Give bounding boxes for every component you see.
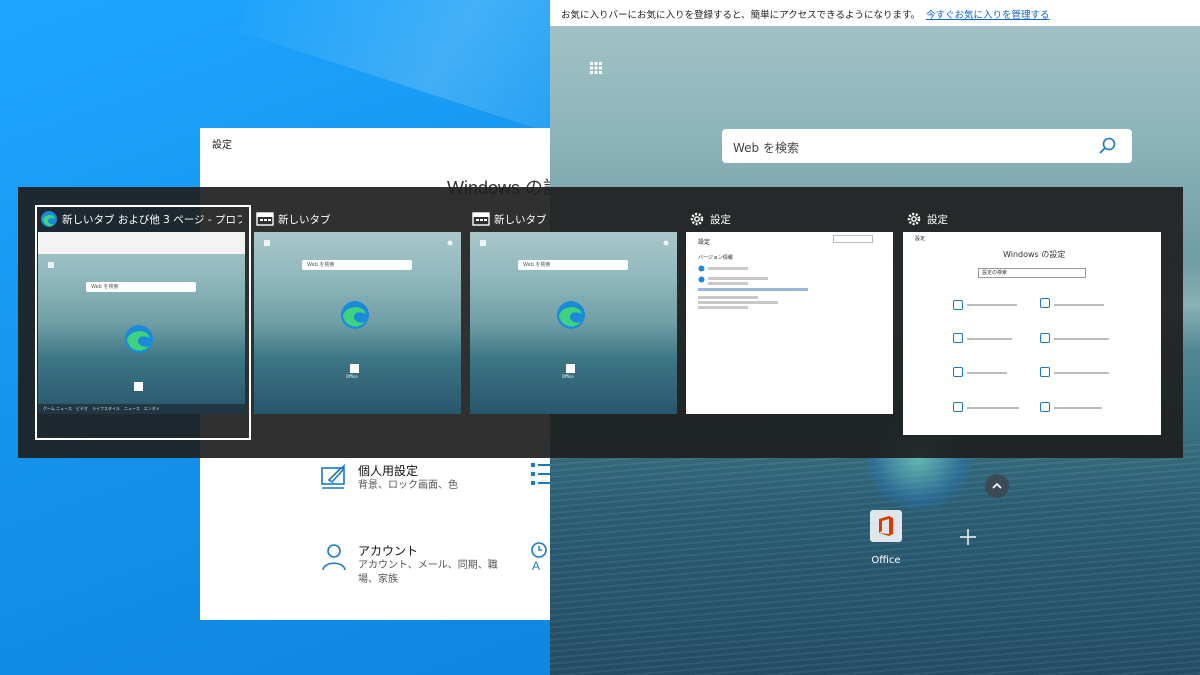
favorites-bar-message: お気に入りバーにお気に入りを登録すると、簡単にアクセスできるようになります。 今す… <box>561 7 1050 21</box>
thumbnail-settings-icon <box>1040 402 1050 412</box>
thumbnail-office-tile <box>566 364 575 373</box>
add-site-icon[interactable] <box>958 527 978 547</box>
thumbnail-window-title: 設定 <box>915 236 926 242</box>
thumbnail-search-box: 設定の検索 <box>978 268 1086 278</box>
scroll-up-button[interactable] <box>985 474 1009 498</box>
thumbnail-text-line <box>967 304 1017 306</box>
time-language-icon: A <box>531 542 547 572</box>
thumbnail-text-line <box>708 277 768 280</box>
office-quick-link[interactable] <box>870 510 902 542</box>
thumbnail-settings-icon <box>1040 298 1050 308</box>
thumbnail-office-tile <box>350 364 359 373</box>
thumbnail-heading: バージョン情報 <box>698 255 733 261</box>
gear-icon <box>447 240 453 246</box>
thumbnail-tab-strip <box>38 232 245 254</box>
app-launcher-icon[interactable] <box>590 62 602 74</box>
thumbnail-text-line <box>967 407 1019 409</box>
card-thumbnail: Web を検索 ゲーム ニュース ビデオ ライフスタイル ニュース エンタメ <box>38 232 245 414</box>
thumbnail-settings-icon <box>1040 333 1050 343</box>
card-title: 新しいタブ <box>278 214 331 226</box>
svg-text:A: A <box>532 559 540 572</box>
thumbnail-search-placeholder: Web を検索 <box>91 284 119 290</box>
app-launcher-icon <box>48 262 54 268</box>
settings-item-subtitle: アカウント、メール、同期、職場、家族 <box>358 560 498 585</box>
thumbnail-text-line <box>708 267 748 270</box>
card-title: 設定 <box>927 214 948 226</box>
settings-item-title: アカウント <box>358 544 419 558</box>
thumbnail-settings-icon <box>953 333 963 343</box>
thumbnail-search-box: Web を検索 <box>86 282 196 292</box>
thumbnail-search-box: Web を検索 <box>518 260 628 270</box>
edge-logo-icon <box>125 325 153 353</box>
gear-icon <box>907 212 921 226</box>
thumbnail-text-line <box>1054 372 1109 374</box>
account-icon <box>322 544 346 571</box>
office-icon <box>879 516 893 536</box>
search-icon[interactable] <box>1098 136 1118 156</box>
thumbnail-text-line <box>967 372 1007 374</box>
app-launcher-icon <box>264 240 270 246</box>
thumbnail-text-line <box>967 338 1012 340</box>
thumbnail-footer-text: ゲーム ニュース ビデオ ライフスタイル ニュース エンタメ <box>43 406 160 411</box>
gear-icon <box>690 212 704 226</box>
settings-item-subtitle: 背景、ロック画面、色 <box>358 480 458 491</box>
card-header: 設定 <box>903 208 1113 230</box>
thumbnail-search-placeholder: Web を検索 <box>523 262 551 268</box>
favorites-bar-text: お気に入りバーにお気に入りを登録すると、簡単にアクセスできるようになります。 <box>561 10 921 21</box>
edge-logo-icon <box>341 301 369 329</box>
card-title: 新しいタブ および他 3 ページ - プロファイル... <box>62 214 242 226</box>
card-header: 設定 <box>686 208 896 230</box>
thumbnail-text-line <box>1054 407 1102 409</box>
manage-favorites-link[interactable]: 今すぐお気に入りを管理する <box>926 10 1050 21</box>
thumbnail-settings-icon <box>953 300 963 310</box>
personalization-icon <box>321 463 346 489</box>
edge-icon <box>698 276 705 283</box>
card-thumbnail: Web を検索 Office <box>254 232 461 414</box>
thumbnail-window-title: 設定 <box>698 239 711 246</box>
thumbnail-heading: Windows の設定 <box>1003 250 1066 259</box>
thumbnail-footer: ゲーム ニュース ビデオ ライフスタイル ニュース エンタメ <box>38 404 245 414</box>
edge-icon <box>41 211 57 227</box>
edge-logo-icon <box>557 301 585 329</box>
thumbnail-text-line <box>698 296 758 299</box>
edge-icon <box>698 265 705 272</box>
thumbnail-search-box: Web を検索 <box>302 260 412 270</box>
card-title: 設定 <box>710 214 731 226</box>
thumbnail-text-line <box>1054 304 1104 306</box>
browser-tab-icon <box>472 212 490 226</box>
thumbnail-text-line <box>1054 338 1109 340</box>
card-title: 新しいタブ <box>494 214 547 226</box>
thumbnail-office-tile <box>134 382 143 391</box>
thumbnail-office-label: Office <box>562 374 574 379</box>
thumbnail-office-label: Office <box>346 374 358 379</box>
card-header: 新しいタブ <box>470 208 680 230</box>
settings-item-title: 個人用設定 <box>358 464 419 478</box>
favorites-bar: お気に入りバーにお気に入りを登録すると、簡単にアクセスできるようになります。 今す… <box>550 0 1200 26</box>
thumbnail-text-line <box>698 306 748 309</box>
thumbnail-text-line <box>698 301 778 304</box>
search-placeholder: Web を検索 <box>733 141 799 155</box>
web-search-input[interactable]: Web を検索 <box>722 129 1132 163</box>
thumbnail-settings-icon <box>953 367 963 377</box>
thumbnail-text-line <box>698 288 808 291</box>
thumbnail-search-box <box>833 235 873 243</box>
thumbnail-search-placeholder: Web を検索 <box>307 262 335 268</box>
office-quick-link-label: Office <box>871 555 901 566</box>
card-thumbnail: 設定 Windows の設定 設定の検索 <box>903 232 1161 435</box>
browser-tab-icon <box>256 212 274 226</box>
settings-window-title: 設定 <box>212 140 232 151</box>
chevron-up-icon <box>992 482 1002 489</box>
gear-icon <box>663 240 669 246</box>
app-launcher-icon <box>480 240 486 246</box>
card-thumbnail: Web を検索 Office <box>470 232 677 414</box>
thumbnail-settings-icon <box>953 402 963 412</box>
card-thumbnail: 設定 バージョン情報 <box>686 232 893 414</box>
card-header: 新しいタブ および他 3 ページ - プロファイル... <box>38 208 248 230</box>
thumbnail-text-line <box>708 282 748 285</box>
card-header: 新しいタブ <box>254 208 464 230</box>
thumbnail-search-placeholder: 設定の検索 <box>982 270 1008 276</box>
apps-list-icon <box>531 463 552 485</box>
thumbnail-settings-icon <box>1040 367 1050 377</box>
